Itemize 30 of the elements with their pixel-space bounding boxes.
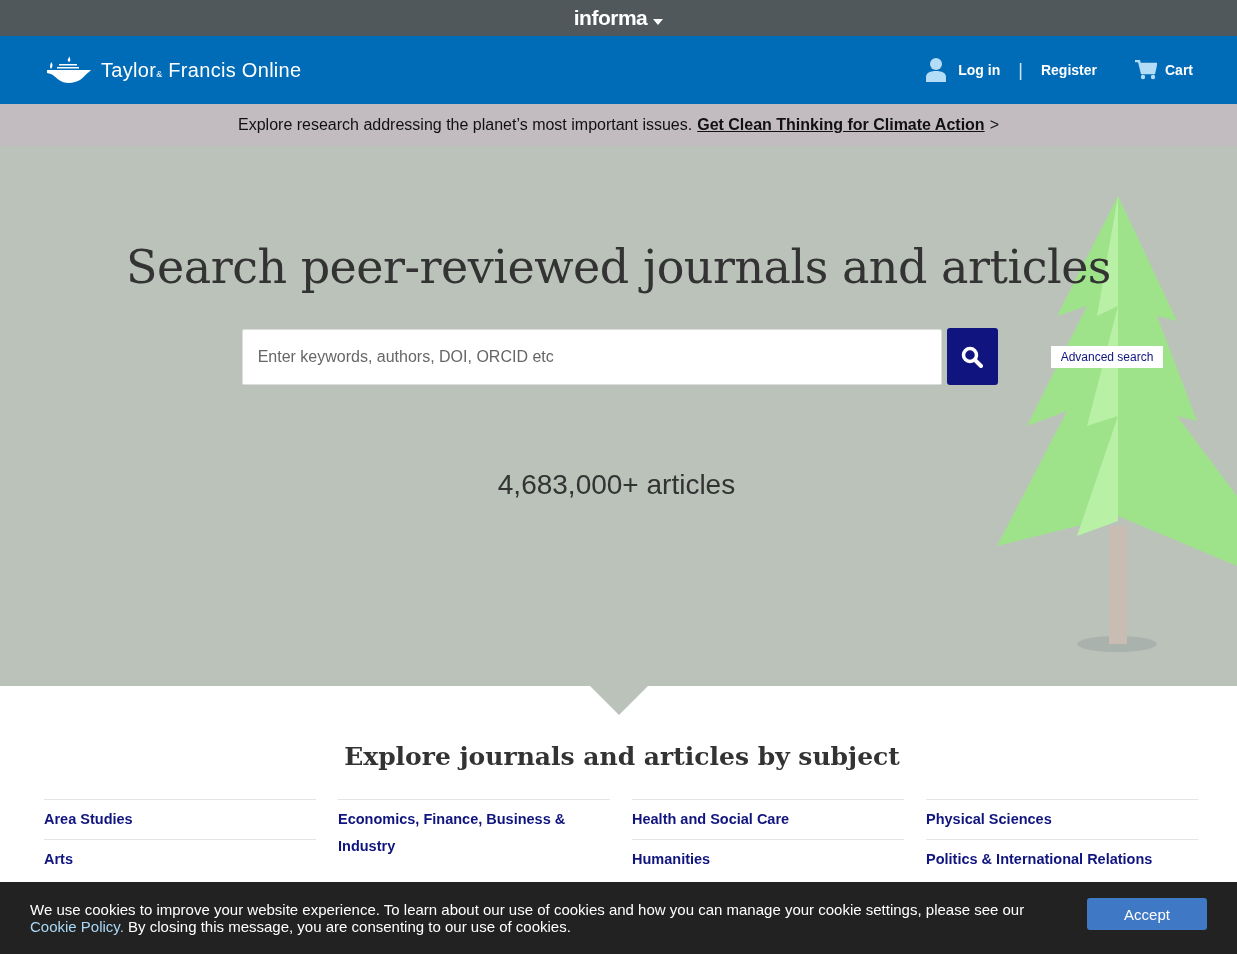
subjects-heading: Explore journals and articles by subject	[343, 742, 901, 771]
search-button[interactable]	[946, 328, 998, 385]
banner-text: Explore research addressing the planet’s most important issues.	[238, 116, 693, 134]
subject-link[interactable]: Physical Sciences	[926, 799, 1198, 839]
search-icon	[961, 345, 984, 368]
cart-icon[interactable]	[1135, 60, 1157, 80]
separator-text: |	[1018, 59, 1023, 81]
login-link[interactable]: Log in	[958, 62, 1001, 78]
subject-link[interactable]: Economics, Finance, Business & Industry	[338, 799, 610, 866]
site-logo-text[interactable]: Taylor& Francis Online	[101, 58, 302, 82]
chevron-text: >	[989, 116, 999, 134]
subject-link[interactable]: Humanities	[632, 839, 904, 879]
article-count: 4,683,000+ articles	[497, 469, 736, 501]
accept-button[interactable]: Accept	[1087, 898, 1207, 930]
subject-link[interactable]: Area Studies	[44, 799, 316, 839]
subject-link[interactable]: Arts	[44, 839, 316, 879]
lamp-logo-icon	[45, 56, 93, 84]
cart-link[interactable]: Cart	[1165, 62, 1193, 78]
hero-heading: Search peer-reviewed journals and articles	[126, 240, 1111, 294]
cookie-policy-link[interactable]: Cookie Policy.	[30, 918, 124, 935]
cookie-message: We use cookies to improve your website experience. To learn about our use of cookies and how you can manage your cookie settings, please see our Cookie Policy. By closing this message, you are consenting to our use of cookies.	[30, 901, 1025, 935]
person-icon[interactable]	[926, 58, 947, 82]
caret-icon[interactable]	[653, 19, 664, 25]
subject-link[interactable]: Politics & International Relations	[926, 839, 1198, 879]
climate-action-link[interactable]: Get Clean Thinking for Climate Action	[697, 116, 985, 134]
search-field[interactable]: Enter keywords, authors, DOI, ORCID etc	[241, 328, 942, 385]
informa-brand-link[interactable]: informa	[573, 6, 648, 30]
register-link[interactable]: Register	[1040, 62, 1097, 78]
advanced-search-button[interactable]: Advanced search	[1050, 345, 1164, 368]
subject-link[interactable]: Health and Social Care	[632, 799, 904, 839]
